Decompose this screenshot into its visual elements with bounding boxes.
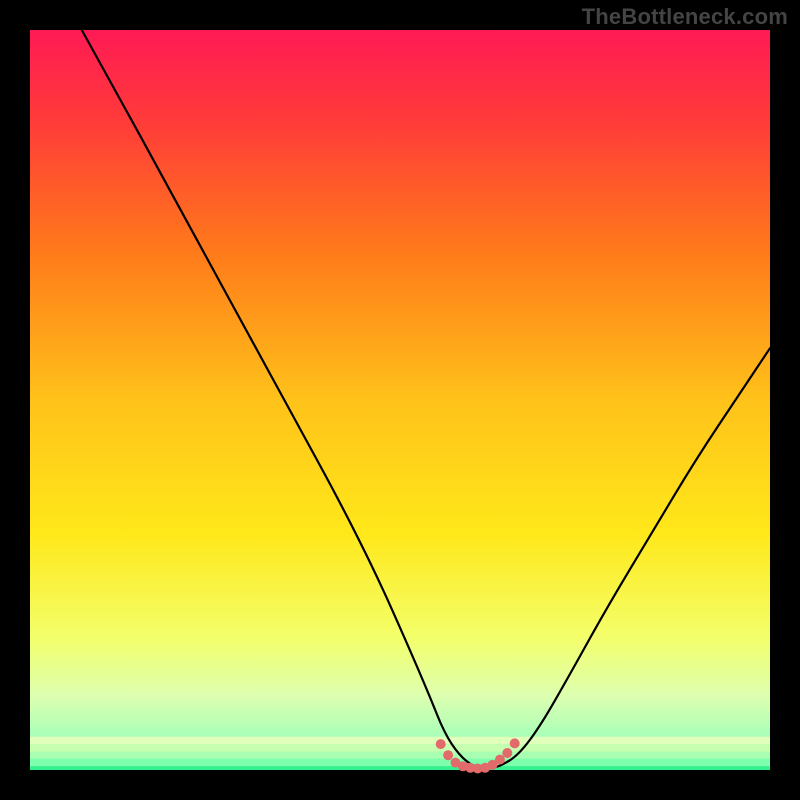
bottom-color-bands — [30, 737, 770, 770]
plot-background — [30, 30, 770, 770]
chart-frame: TheBottleneck.com — [0, 0, 800, 800]
watermark-text: TheBottleneck.com — [582, 4, 788, 30]
bottleneck-chart — [0, 0, 800, 800]
